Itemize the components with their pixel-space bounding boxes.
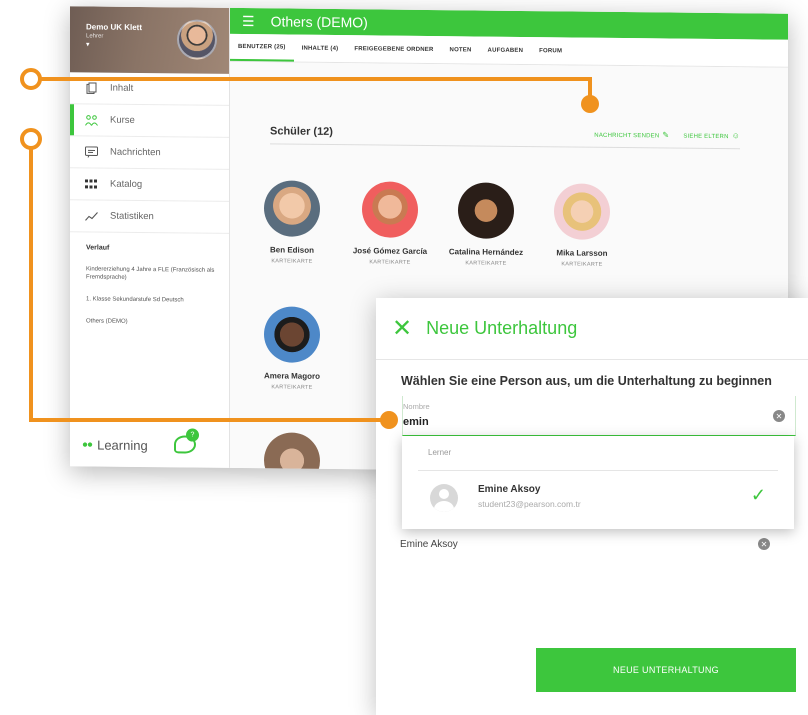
student-name: Ben Edison xyxy=(269,245,314,255)
student-photo xyxy=(362,181,418,238)
message-icon xyxy=(84,145,98,158)
field-value[interactable]: emin xyxy=(403,416,429,428)
sidebar-item-label: Katalog xyxy=(110,178,143,190)
student-name: Mika Larsson xyxy=(556,248,608,258)
student-card[interactable]: José Gómez García KARTEIKARTE xyxy=(342,181,438,266)
courses-icon xyxy=(84,114,98,126)
section-title: Schüler (12) xyxy=(270,124,333,138)
avatar[interactable] xyxy=(177,19,217,60)
remove-icon[interactable]: ✕ xyxy=(758,538,770,550)
parents-icon: ☺ xyxy=(731,131,740,141)
student-card[interactable]: Ben Edison KARTEIKARTE xyxy=(244,180,340,265)
student-photo xyxy=(264,180,320,237)
brand-dots-icon: ●● xyxy=(82,439,93,451)
checkmark-icon: ✓ xyxy=(750,485,766,505)
student-name: José Gómez García xyxy=(352,246,428,256)
new-conversation-button[interactable]: NEUE UNTERHALTUNG xyxy=(536,648,796,692)
person-search-input[interactable]: Nombre emin ✕ xyxy=(402,396,796,436)
student-card[interactable]: Mika Larsson KARTEIKARTE xyxy=(534,183,630,268)
student-photo xyxy=(458,182,514,239)
tab-benutzer[interactable]: BENUTZER (25) xyxy=(230,33,294,62)
result-email: student23@pearson.com.tr xyxy=(478,499,581,509)
sidebar: Demo UK Klett Lehrer ▾ Inhalt Kurse Nach… xyxy=(70,6,230,468)
chat-badge: ? xyxy=(186,428,199,442)
tab-forum[interactable]: FORUM xyxy=(531,37,570,64)
student-name: Amera Magoro xyxy=(263,371,320,381)
history-title: Verlauf xyxy=(86,244,110,252)
sidebar-item-statistiken[interactable]: Statistiken xyxy=(70,200,229,234)
student-tag[interactable]: KARTEIKARTE xyxy=(244,258,340,265)
profile-header[interactable]: Demo UK Klett Lehrer ▾ xyxy=(70,6,229,74)
sidebar-item-label: Kurse xyxy=(110,114,135,126)
page-title: Others (DEMO) xyxy=(270,13,368,31)
menu-icon[interactable]: ☰ xyxy=(242,13,255,30)
sidebar-item-katalog[interactable]: Katalog xyxy=(70,168,229,202)
sidebar-item-kurse[interactable]: Kurse xyxy=(70,104,229,138)
sidebar-item-label: Nachrichten xyxy=(110,146,161,159)
student-tag[interactable]: KARTEIKARTE xyxy=(438,260,534,267)
student-card[interactable] xyxy=(244,432,340,474)
history-item[interactable]: 1. Klasse Sekundarstufe Sd Deutsch xyxy=(70,281,229,305)
grid-icon xyxy=(84,178,98,190)
section-header: Schüler (12) NACHRICHT SENDEN ✎ SIEHE ELT… xyxy=(270,118,740,150)
tab-inhalte[interactable]: INHALTE (4) xyxy=(294,35,347,63)
student-card[interactable]: Amera Magoro KARTEIKARTE xyxy=(244,306,340,391)
tab-freigegebene-ordner[interactable]: FREIGEGEBENE ORDNER xyxy=(346,35,441,63)
student-photo xyxy=(264,306,320,363)
content-icon xyxy=(84,81,98,94)
tab-aufgaben[interactable]: AUFGABEN xyxy=(480,37,532,65)
tab-noten[interactable]: NOTEN xyxy=(442,36,480,63)
student-photo xyxy=(264,432,320,474)
selected-recipient: Emine Aksoy ✕ xyxy=(400,536,770,556)
student-tag[interactable]: KARTEIKARTE xyxy=(244,384,340,391)
clear-icon[interactable]: ✕ xyxy=(773,410,785,422)
sidebar-item-inhalt[interactable]: Inhalt xyxy=(70,72,229,106)
sidebar-item-nachrichten[interactable]: Nachrichten xyxy=(70,136,229,170)
history-item[interactable]: Kindererziehung 4 Jahre a FLE (Französis… xyxy=(70,251,229,283)
divider xyxy=(418,470,778,471)
search-results-dropdown: Lerner Emine Aksoy student23@pearson.com… xyxy=(402,436,794,529)
close-icon[interactable]: ✕ xyxy=(392,316,412,341)
results-group-header: Lerner xyxy=(428,448,452,457)
sidebar-item-label: Statistiken xyxy=(110,210,154,223)
brand-logo: ●● Learning xyxy=(82,437,148,454)
student-card[interactable]: Catalina Hernández KARTEIKARTE xyxy=(438,182,534,267)
chart-line-icon xyxy=(84,210,98,222)
student-name: Catalina Hernández xyxy=(448,247,524,257)
field-label: Nombre xyxy=(403,402,430,411)
send-message-button[interactable]: NACHRICHT SENDEN ✎ xyxy=(594,130,670,140)
brand-name: Learning xyxy=(97,437,148,454)
send-message-label: NACHRICHT SENDEN xyxy=(594,132,660,140)
section-actions: NACHRICHT SENDEN ✎ SIEHE ELTERN ☺ xyxy=(594,130,740,141)
see-parents-label: SIEHE ELTERN xyxy=(683,133,729,141)
result-name: Emine Aksoy xyxy=(478,484,541,495)
history-item[interactable]: Others (DEMO) xyxy=(70,304,229,328)
send-message-icon: ✎ xyxy=(662,130,670,140)
dialog-header: ✕ Neue Unterhaltung xyxy=(376,298,808,360)
student-photo xyxy=(554,183,610,240)
selected-recipient-name: Emine Aksoy xyxy=(400,539,458,550)
user-avatar-icon xyxy=(430,484,458,512)
dialog-title: Neue Unterhaltung xyxy=(426,318,578,338)
student-tag[interactable]: KARTEIKARTE xyxy=(534,261,630,268)
student-tag[interactable]: KARTEIKARTE xyxy=(342,259,438,266)
sidebar-item-label: Inhalt xyxy=(110,82,134,94)
dialog-instruction: Wählen Sie eine Person aus, um die Unter… xyxy=(401,374,772,388)
see-parents-button[interactable]: SIEHE ELTERN ☺ xyxy=(683,131,740,141)
